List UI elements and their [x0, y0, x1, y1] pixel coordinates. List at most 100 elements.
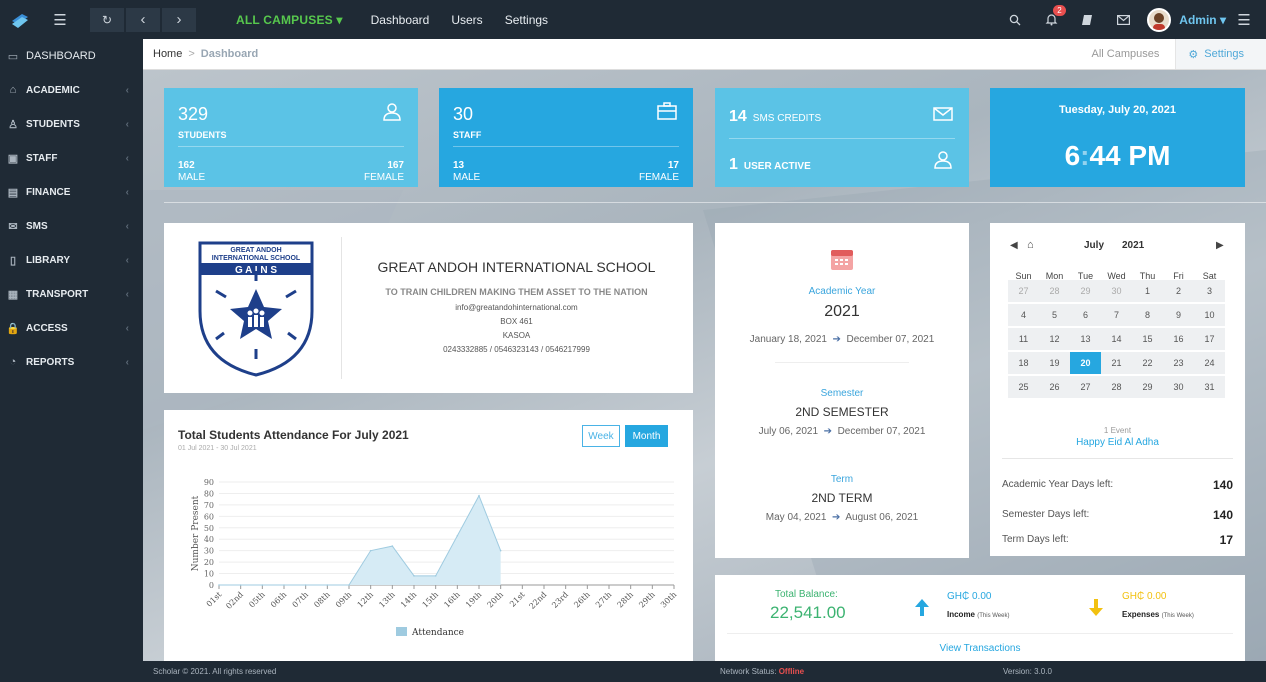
home-icon[interactable]: ⌂ — [1027, 239, 1034, 251]
calendar-month[interactable]: July — [1084, 240, 1104, 251]
bell-icon[interactable]: 2 — [1033, 5, 1069, 26]
clock-card: Tuesday, July 20, 2021 6:44 PM — [990, 88, 1245, 187]
total-balance-label: Total Balance: — [775, 589, 838, 600]
calendar-day[interactable]: 31 — [1194, 376, 1225, 398]
logo-icon[interactable] — [0, 0, 40, 39]
calendar-year[interactable]: 2021 — [1122, 240, 1144, 251]
calendar-day[interactable]: 27 — [1008, 280, 1039, 302]
sms-stat-card[interactable]: 14 SMS CREDITS 1 USER ACTIVE — [715, 88, 969, 187]
staff-stat-card[interactable]: 30 STAFF 13 MALE 17 FEMALE — [439, 88, 693, 187]
calendar-day[interactable]: 4 — [1008, 304, 1039, 326]
calendar-day[interactable]: 26 — [1039, 376, 1070, 398]
money-icon: ▤ — [7, 186, 19, 199]
chevron-icon: ‹ — [125, 322, 129, 334]
campus-filter-link[interactable]: All Campuses — [1076, 48, 1176, 60]
sidebar-item-access[interactable]: 🔒 ACCESS ‹ — [0, 311, 143, 345]
book-icon: ▯ — [9, 254, 17, 267]
calendar-day[interactable]: 21 — [1101, 352, 1132, 374]
data-point — [434, 575, 437, 577]
sidebar-item-sms[interactable]: ✉ SMS ‹ — [0, 209, 143, 243]
x-tick-label: 06th — [269, 590, 288, 609]
calendar-day[interactable]: 7 — [1101, 304, 1132, 326]
chevron-icon: ‹ — [125, 84, 129, 96]
calendar-day[interactable]: 16 — [1163, 328, 1194, 350]
settings-link[interactable]: ⚙ Settings — [1175, 39, 1266, 69]
sidebar-item-dashboard[interactable]: ▭ DASHBOARD — [0, 39, 143, 73]
sidebar-item-staff[interactable]: ▣ STAFF ‹ — [0, 141, 143, 175]
forward-icon[interactable]: › — [162, 7, 196, 32]
data-point — [348, 584, 350, 586]
user-menu[interactable]: Admin ▾ — [1179, 13, 1226, 27]
nav-dashboard[interactable]: Dashboard — [371, 13, 430, 27]
calendar-day[interactable]: 25 — [1008, 376, 1039, 398]
calendar-day[interactable]: 11 — [1008, 328, 1039, 350]
nav-users[interactable]: Users — [451, 13, 482, 27]
semester-days-left: Semester Days left: 140 — [1002, 508, 1233, 522]
sidebar-item-reports[interactable]: ◔ REPORTS ‹ — [0, 345, 143, 379]
monitor-icon: ▭ — [7, 50, 19, 63]
calendar-day[interactable]: 13 — [1070, 328, 1101, 350]
calendar-day[interactable]: 22 — [1132, 352, 1163, 374]
breadcrumb-home[interactable]: Home — [153, 48, 182, 60]
refresh-icon[interactable]: ↻ — [90, 7, 124, 32]
sidebar-item-label: SMS — [26, 220, 48, 232]
avatar[interactable] — [1147, 7, 1172, 32]
calendar-day[interactable]: 23 — [1163, 352, 1194, 374]
calendar-day[interactable]: 9 — [1163, 304, 1194, 326]
chevron-icon: ‹ — [125, 118, 129, 130]
sidebar-item-finance[interactable]: ▤ FINANCE ‹ — [0, 175, 143, 209]
calendar-day[interactable]: 20 — [1070, 352, 1101, 374]
calendar-day[interactable]: 19 — [1039, 352, 1070, 374]
calendar-day[interactable]: 28 — [1039, 280, 1070, 302]
mail-icon[interactable] — [1105, 14, 1141, 25]
calendar-day[interactable]: 12 — [1039, 328, 1070, 350]
x-tick-label: 12th — [356, 590, 375, 609]
calendar-day[interactable]: 30 — [1101, 280, 1132, 302]
user-icon: ♙ — [8, 118, 18, 131]
view-transactions-link[interactable]: View Transactions — [715, 643, 1245, 654]
prev-month-icon[interactable]: ◀ — [1010, 240, 1018, 251]
sidebar-item-academic[interactable]: ⌂ ACADEMIC ‹ — [0, 73, 143, 107]
search-icon[interactable] — [997, 14, 1033, 26]
x-tick-label: 15th — [421, 590, 440, 609]
calendar-day[interactable]: 15 — [1132, 328, 1163, 350]
menu-icon[interactable]: ☰ — [44, 8, 76, 32]
calendar-day[interactable]: 6 — [1070, 304, 1101, 326]
sidebar-item-library[interactable]: ▯ LIBRARY ‹ — [0, 243, 143, 277]
x-tick-label: 07th — [291, 590, 310, 609]
chevron-icon: ‹ — [125, 186, 129, 198]
calendar-day[interactable]: 28 — [1101, 376, 1132, 398]
sidebar: ▭ DASHBOARD ⌂ ACADEMIC ‹ ♙ STUDENTS ‹ ▣ STAFF ‹ ▤ FI… — [0, 39, 143, 682]
sidebar-item-transport[interactable]: ▦ TRANSPORT ‹ — [0, 277, 143, 311]
y-tick-label: 40 — [204, 535, 214, 544]
calendar-day[interactable]: 29 — [1132, 376, 1163, 398]
calendar-day[interactable]: 18 — [1008, 352, 1039, 374]
hamburger-icon[interactable]: ☰ — [1226, 11, 1262, 29]
calendar-day[interactable]: 5 — [1039, 304, 1070, 326]
y-tick-label: 80 — [204, 489, 214, 498]
back-icon[interactable]: ‹ — [126, 7, 160, 32]
calendar-day[interactable]: 27 — [1070, 376, 1101, 398]
next-month-icon[interactable]: ▶ — [1216, 240, 1224, 251]
x-tick-label: 08th — [312, 590, 331, 609]
calendar-day[interactable]: 3 — [1194, 280, 1225, 302]
nav-settings[interactable]: Settings — [505, 13, 548, 27]
calendar-day[interactable]: 17 — [1194, 328, 1225, 350]
calendar-day[interactable]: 2 — [1163, 280, 1194, 302]
calendar-day[interactable]: 29 — [1070, 280, 1101, 302]
calendar-day[interactable]: 30 — [1163, 376, 1194, 398]
calendar-day[interactable]: 10 — [1194, 304, 1225, 326]
calendar-day[interactable]: 24 — [1194, 352, 1225, 374]
y-tick-label: 30 — [204, 547, 214, 556]
calendar-day[interactable]: 1 — [1132, 280, 1163, 302]
calendar-day[interactable]: 8 — [1132, 304, 1163, 326]
y-axis-label: Number Present — [191, 495, 201, 571]
campus-dropdown[interactable]: ALL CAMPUSES ▾ — [236, 13, 343, 27]
network-status: Network Status: Offline — [720, 667, 805, 676]
event-name[interactable]: Happy Eid Al Adha — [990, 437, 1245, 448]
students-stat-card[interactable]: 329 STUDENTS 162 MALE 167 FEMALE — [164, 88, 418, 187]
sidebar-item-students[interactable]: ♙ STUDENTS ‹ — [0, 107, 143, 141]
academic-year-label: Academic Year — [808, 286, 876, 297]
calendar-day[interactable]: 14 — [1101, 328, 1132, 350]
book-icon[interactable] — [1069, 14, 1105, 26]
